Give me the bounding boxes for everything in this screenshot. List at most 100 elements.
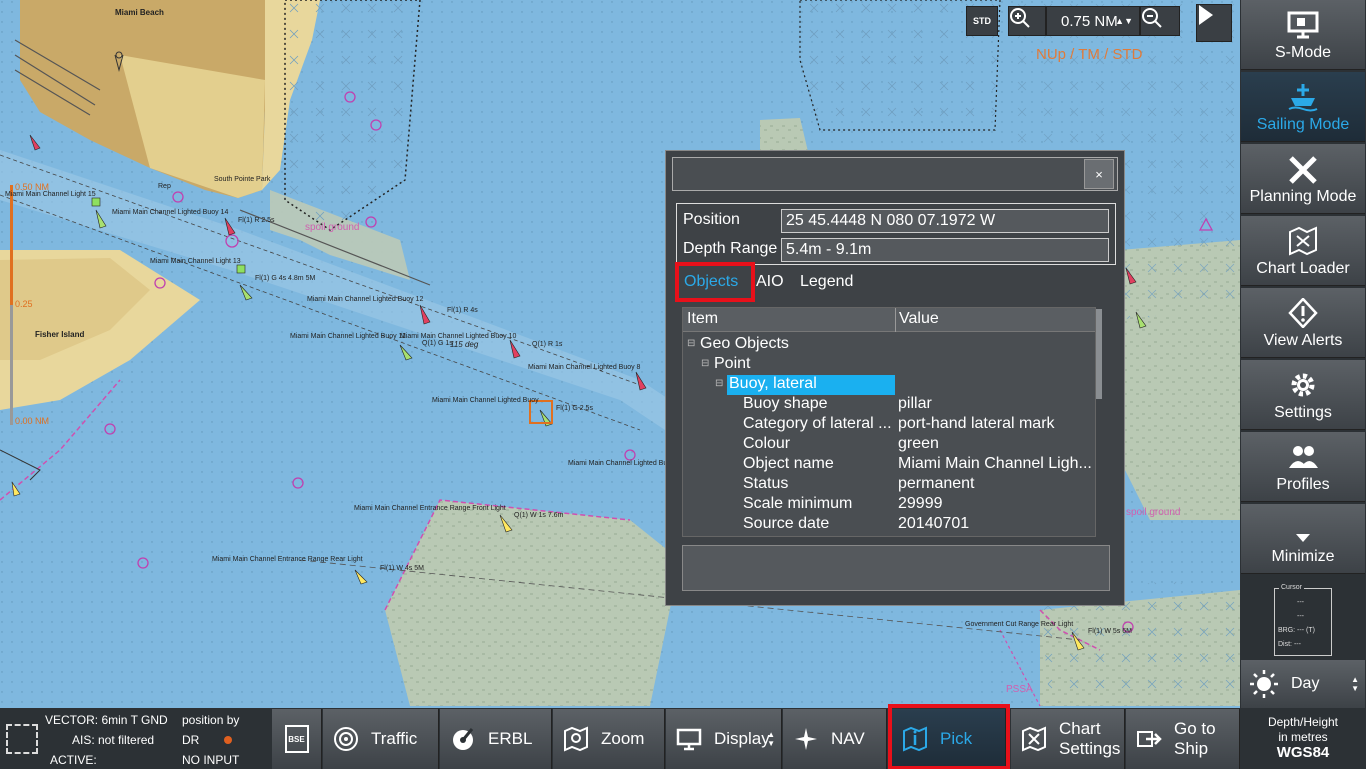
position-source: DR (182, 733, 200, 747)
dialog-title-bar[interactable] (672, 157, 1118, 191)
label-q-w1s: Q(1) W 1s 7.6m (514, 512, 564, 519)
tree-node-buoy-lateral[interactable]: ⊟ Buoy, lateral (683, 375, 1093, 395)
table-row[interactable]: Status permanent (683, 475, 1093, 495)
traffic-button[interactable]: Traffic (323, 709, 439, 769)
display-label: Display (714, 729, 770, 748)
play-right-icon (1199, 5, 1213, 25)
depth-units: in metres (1278, 730, 1328, 744)
label-q-r1s: Q(1) R 1s (532, 341, 563, 348)
dialog-description-area (682, 545, 1110, 591)
sidebar-item-planning-mode[interactable]: Planning Mode (1241, 144, 1365, 214)
chart-settings-icon (1022, 726, 1046, 752)
chart-settings-line-1: Chart (1059, 719, 1101, 738)
label-buoy-9: Miami Main Channel Lighted Buoy (432, 397, 539, 404)
datum: WGS84 (1276, 744, 1330, 761)
table-row[interactable]: Scale minimum 29999 (683, 495, 1093, 515)
cursor-bearing: BRG: --- (T) (1278, 627, 1315, 634)
ship-icon (1288, 84, 1318, 112)
label-buoy-7: Miami Main Channel Lighted Buoy (568, 460, 675, 467)
label-buoy-12: Miami Main Channel Lighted Buoy 12 (307, 296, 424, 303)
zoom-button[interactable]: Zoom (553, 709, 665, 769)
label-gov-cut: Government Cut Range Rear Light (965, 621, 1074, 628)
chart-settings-button[interactable]: Chart Settings (1011, 709, 1125, 769)
chart-settings-line-2: Settings (1059, 739, 1121, 758)
erbl-icon (453, 728, 474, 750)
label-miami-beach: Miami Beach (115, 8, 164, 17)
std-display-button[interactable]: STD (966, 6, 998, 36)
status-dot-icon (224, 736, 232, 744)
bottom-toolbar: VECTOR: 6min T GND AIS: not filtered ACT… (0, 704, 1240, 769)
day-night-select[interactable]: Day ▲ ▼ (1241, 660, 1365, 708)
table-row[interactable]: Buoy shape pillar (683, 395, 1093, 415)
label-range-front: Miami Main Channel Entrance Range Front … (354, 505, 506, 512)
depth-range-label: Depth Range (683, 240, 778, 257)
cursor-info-panel: Cursor --- --- BRG: --- (T) Dist: --- (1274, 584, 1332, 656)
zoom-range-value: 0.75 NM (1061, 12, 1118, 30)
table-row[interactable]: Source date 20140701 (683, 515, 1093, 535)
label-spoil-ground: spoil ground (305, 222, 360, 233)
dialog-close-button[interactable]: × (1084, 159, 1114, 189)
zoom-label: Zoom (601, 729, 645, 748)
collapse-icon[interactable]: ⊟ (701, 358, 709, 369)
bse-icon: BSE (284, 725, 309, 753)
sidebar-item-s-mode[interactable]: S-Mode (1241, 0, 1365, 70)
map-loader-icon (1289, 226, 1317, 256)
tree-scrollbar[interactable] (1096, 309, 1102, 399)
collapse-icon[interactable]: ⊟ (715, 378, 723, 389)
depth-range-value: 5.4m - 9.1m (781, 238, 1109, 262)
pick-button-highlight (888, 704, 1010, 769)
table-row[interactable]: Object name Miami Main Channel Ligh... (683, 455, 1093, 475)
display-button[interactable]: Display ▲ ▼ (666, 709, 782, 769)
erbl-label: ERBL (488, 729, 533, 748)
zoom-in-icon (1010, 8, 1030, 28)
object-tree-table[interactable]: Item Value ⊟ Geo Objects ⊟ Point ⊟ Buoy,… (682, 307, 1096, 537)
zoom-range-select[interactable]: 0.75 NM ▲▼ (1046, 6, 1140, 36)
go-to-ship-button[interactable]: Go to Ship (1126, 709, 1240, 769)
sidebar-item-label: S-Mode (1274, 44, 1332, 61)
pencil-ruler-icon (1289, 156, 1317, 184)
column-item[interactable]: Item (687, 310, 718, 328)
people-icon (1289, 446, 1318, 468)
zoom-out-button[interactable] (1140, 6, 1180, 36)
selected-object: Buoy, lateral (727, 375, 895, 395)
nav-button[interactable]: NAV (783, 709, 887, 769)
label-buoy-14: Miami Main Channel Lighted Buoy 14 (112, 209, 229, 216)
label-fisher-island: Fisher Island (35, 330, 85, 339)
display-icon (676, 728, 702, 751)
sun-icon (1250, 670, 1278, 698)
collapse-icon[interactable]: ⊟ (687, 338, 695, 349)
gear-icon (1291, 373, 1315, 397)
bse-button[interactable]: BSE (272, 709, 322, 769)
close-icon: × (1095, 166, 1103, 182)
cursor-line-1: --- (1297, 599, 1304, 606)
alert-diamond-icon (1288, 298, 1318, 328)
column-value[interactable]: Value (899, 310, 939, 328)
sidebar-item-settings[interactable]: Settings (1241, 360, 1365, 430)
label-fl-g4s: Fl(1) G 4s 4.8m 5M (255, 275, 316, 282)
expand-panel-button[interactable] (1196, 4, 1232, 42)
traffic-label: Traffic (371, 729, 418, 748)
depth-label: Depth/Height (1267, 715, 1339, 729)
sidebar-item-label: Profiles (1276, 476, 1330, 493)
sidebar-item-chart-loader[interactable]: Chart Loader (1241, 216, 1365, 286)
table-row[interactable]: Category of lateral ... port-hand lateral… (683, 415, 1093, 435)
tab-legend[interactable]: Legend (800, 273, 853, 291)
sidebar-item-view-alerts[interactable]: View Alerts (1241, 288, 1365, 358)
chart-settings-label: Chart Settings (1059, 719, 1120, 759)
label-q-g1s: Q(1) G 1s (422, 340, 453, 347)
depth-units-info: Depth/Height in metres WGS84 (1241, 710, 1365, 769)
label-spoil-ground-2: spoil ground (1126, 507, 1181, 518)
vector-status: VECTOR: 6min T GND (45, 713, 168, 727)
cursor-distance: Dist: --- (1278, 641, 1301, 648)
sidebar-item-minimize[interactable]: Minimize (1241, 504, 1365, 574)
day-mode-value: Day (1291, 675, 1320, 692)
tab-aio[interactable]: AIO (756, 273, 784, 291)
tree-node-geo-objects[interactable]: ⊟ Geo Objects (683, 335, 1093, 355)
sidebar-item-label: Minimize (1271, 548, 1335, 565)
tree-node-point[interactable]: ⊟ Point (683, 355, 1093, 375)
sidebar-item-sailing-mode[interactable]: Sailing Mode (1241, 72, 1365, 142)
sidebar-item-profiles[interactable]: Profiles (1241, 432, 1365, 502)
erbl-button[interactable]: ERBL (440, 709, 552, 769)
zoom-in-button[interactable] (1008, 6, 1046, 36)
table-row[interactable]: Colour green (683, 435, 1093, 455)
